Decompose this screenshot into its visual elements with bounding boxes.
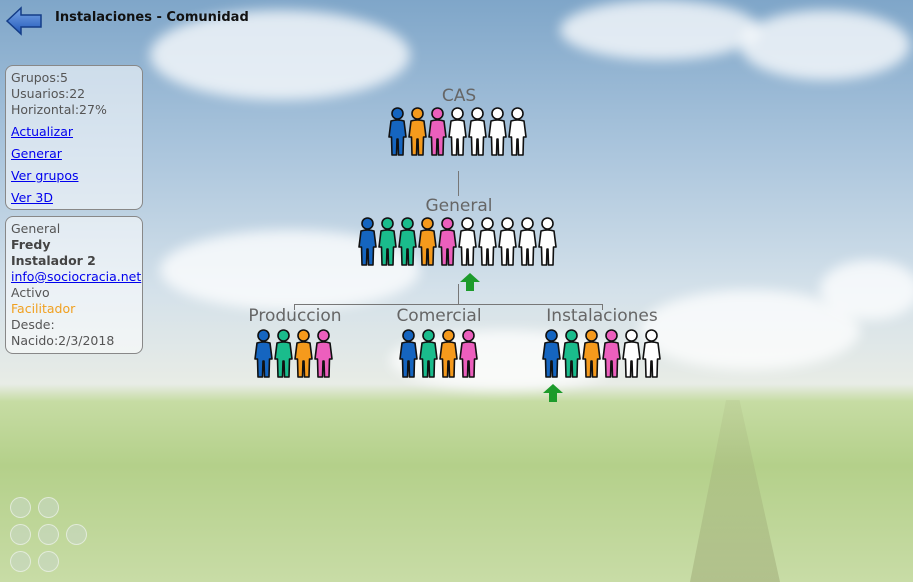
person-icon[interactable] bbox=[399, 329, 418, 379]
person-icon[interactable] bbox=[408, 107, 427, 157]
group-general[interactable] bbox=[358, 217, 557, 267]
person-icon[interactable] bbox=[642, 329, 661, 379]
person-icon[interactable] bbox=[398, 217, 417, 267]
person-icon[interactable] bbox=[448, 107, 467, 157]
group-label-general: General bbox=[425, 196, 493, 216]
generate-link[interactable]: Generar bbox=[11, 146, 142, 162]
person-icon[interactable] bbox=[459, 329, 478, 379]
person-icon[interactable] bbox=[428, 107, 447, 157]
person-icon[interactable] bbox=[439, 329, 458, 379]
user-panel: General Fredy Instalador 2 info@sociocra… bbox=[5, 216, 143, 354]
view-groups-link[interactable]: Ver grupos bbox=[11, 168, 142, 184]
person-icon[interactable] bbox=[488, 107, 507, 157]
cloud bbox=[740, 10, 910, 80]
nav-left-icon[interactable] bbox=[10, 524, 31, 545]
nav-center-icon[interactable] bbox=[38, 524, 59, 545]
group-label-cas: CAS bbox=[441, 86, 477, 106]
person-icon[interactable] bbox=[468, 107, 487, 157]
group-cas[interactable] bbox=[388, 107, 527, 157]
person-icon[interactable] bbox=[508, 107, 527, 157]
nav-up-icon[interactable] bbox=[38, 497, 59, 518]
back-button[interactable] bbox=[5, 6, 43, 36]
user-born: Nacido:2/3/2018 bbox=[11, 333, 115, 348]
connector-line bbox=[294, 304, 295, 310]
cloud bbox=[820, 260, 913, 320]
person-icon[interactable] bbox=[418, 217, 437, 267]
user-status: Activo bbox=[11, 285, 50, 300]
group-comercial[interactable] bbox=[399, 329, 478, 379]
person-icon[interactable] bbox=[294, 329, 313, 379]
cloud bbox=[560, 0, 760, 60]
nav-zoom-out-icon[interactable] bbox=[10, 551, 31, 572]
user-username: Instalador 2 bbox=[11, 253, 96, 268]
stats-panel: Grupos:5 Usuarios:22 Horizontal:27% Actu… bbox=[5, 65, 143, 210]
person-icon[interactable] bbox=[622, 329, 641, 379]
person-icon[interactable] bbox=[458, 217, 477, 267]
group-label-produccion: Produccion bbox=[248, 306, 342, 326]
users-count: Usuarios:22 bbox=[11, 86, 86, 101]
person-icon[interactable] bbox=[314, 329, 333, 379]
person-icon[interactable] bbox=[542, 329, 561, 379]
person-icon[interactable] bbox=[254, 329, 273, 379]
person-icon[interactable] bbox=[274, 329, 293, 379]
group-produccion[interactable] bbox=[254, 329, 333, 379]
person-icon[interactable] bbox=[518, 217, 537, 267]
field-path bbox=[690, 400, 780, 582]
nav-right-icon[interactable] bbox=[66, 524, 87, 545]
connector-line bbox=[602, 304, 603, 310]
user-group: General bbox=[11, 221, 61, 236]
view-3d-link[interactable]: Ver 3D bbox=[11, 190, 142, 206]
group-instalaciones[interactable] bbox=[542, 329, 661, 379]
person-icon[interactable] bbox=[358, 217, 377, 267]
person-icon[interactable] bbox=[538, 217, 557, 267]
person-icon[interactable] bbox=[602, 329, 621, 379]
group-label-comercial: Comercial bbox=[396, 306, 482, 326]
connector-line bbox=[294, 304, 603, 305]
user-name: Fredy bbox=[11, 237, 51, 252]
person-icon[interactable] bbox=[562, 329, 581, 379]
person-icon[interactable] bbox=[378, 217, 397, 267]
person-icon[interactable] bbox=[419, 329, 438, 379]
user-since: Desde: bbox=[11, 317, 55, 332]
nav-down-icon[interactable] bbox=[38, 551, 59, 572]
back-arrow-icon bbox=[5, 6, 42, 36]
person-icon[interactable] bbox=[438, 217, 457, 267]
groups-count: Grupos:5 bbox=[11, 70, 69, 85]
page-title: Instalaciones - Comunidad bbox=[55, 10, 249, 25]
horizontal-percent: Horizontal:27% bbox=[11, 102, 107, 117]
person-icon[interactable] bbox=[388, 107, 407, 157]
person-icon[interactable] bbox=[498, 217, 517, 267]
person-icon[interactable] bbox=[478, 217, 497, 267]
connector-line bbox=[458, 171, 459, 196]
user-email-link[interactable]: info@sociocracia.net bbox=[11, 269, 142, 285]
user-role: Facilitador bbox=[11, 301, 76, 316]
up-arrow-icon[interactable] bbox=[459, 272, 481, 292]
up-arrow-icon[interactable] bbox=[542, 383, 564, 403]
nav-zoom-in-icon[interactable] bbox=[10, 497, 31, 518]
person-icon[interactable] bbox=[582, 329, 601, 379]
refresh-link[interactable]: Actualizar bbox=[11, 124, 142, 140]
